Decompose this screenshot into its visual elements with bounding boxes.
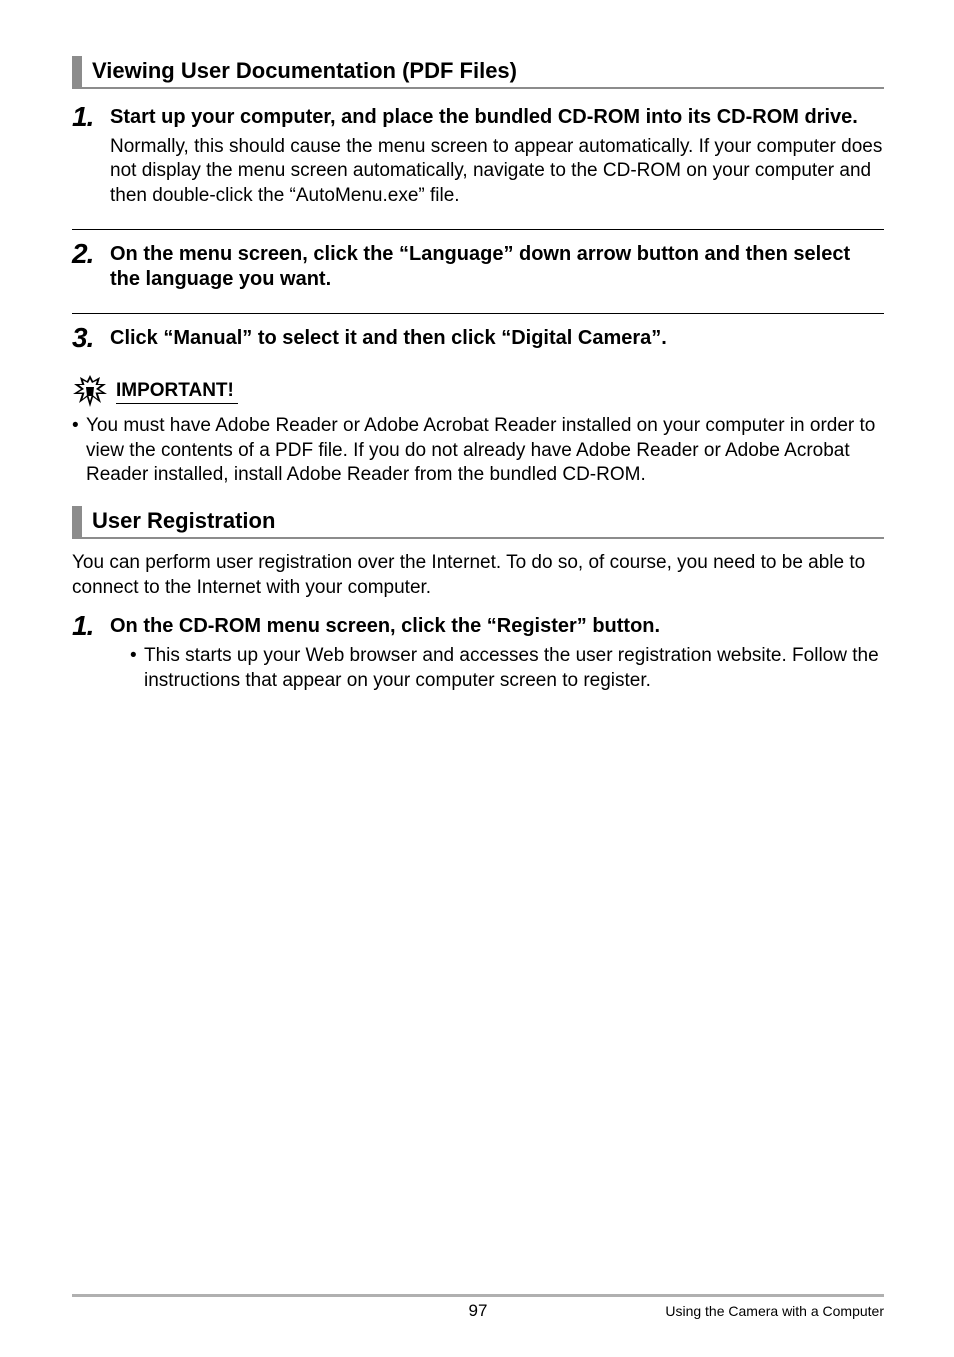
- important-text: You must have Adobe Reader or Adobe Acro…: [86, 414, 884, 488]
- step-body: On the CD-ROM menu screen, click the “Re…: [110, 610, 884, 693]
- sub-bullet-text: This starts up your Web browser and acce…: [144, 644, 884, 693]
- s2-step-1: 1. On the CD-ROM menu screen, click the …: [72, 610, 884, 703]
- footer-section-label: Using the Camera with a Computer: [487, 1303, 884, 1319]
- step-title: Start up your computer, and place the bu…: [110, 105, 884, 131]
- step-title: Click “Manual” to select it and then cli…: [110, 326, 884, 352]
- step-title: On the CD-ROM menu screen, click the “Re…: [110, 614, 884, 640]
- step-number: 1.: [72, 610, 110, 642]
- step-body: On the menu screen, click the “Language”…: [110, 238, 884, 293]
- bullet-dot: •: [72, 414, 86, 488]
- step-2: 2. On the menu screen, click the “Langua…: [72, 229, 884, 303]
- bullet-dot: •: [130, 644, 144, 693]
- step-body: Click “Manual” to select it and then cli…: [110, 322, 884, 352]
- important-heading: IMPORTANT!: [72, 374, 884, 410]
- section-heading-viewing-docs: Viewing User Documentation (PDF Files): [72, 56, 884, 89]
- section-heading-user-registration: User Registration: [72, 506, 884, 539]
- burst-icon: [72, 374, 108, 410]
- step-1: 1. Start up your computer, and place the…: [72, 101, 884, 219]
- step-3: 3. Click “Manual” to select it and then …: [72, 313, 884, 364]
- section-title: Viewing User Documentation (PDF Files): [92, 57, 517, 86]
- step-number: 3.: [72, 322, 110, 354]
- page-footer: 97 Using the Camera with a Computer: [72, 1294, 884, 1321]
- step-number: 2.: [72, 238, 110, 270]
- section-intro: You can perform user registration over t…: [72, 551, 884, 600]
- step-title: On the menu screen, click the “Language”…: [110, 242, 884, 293]
- step-number: 1.: [72, 101, 110, 133]
- page-number: 97: [469, 1301, 488, 1321]
- important-bullet: • You must have Adobe Reader or Adobe Ac…: [72, 414, 884, 488]
- step-desc: Normally, this should cause the menu scr…: [110, 135, 884, 209]
- page: Viewing User Documentation (PDF Files) 1…: [0, 0, 954, 1357]
- section-title: User Registration: [92, 507, 275, 536]
- sub-bullet: • This starts up your Web browser and ac…: [130, 644, 884, 693]
- important-label: IMPORTANT!: [116, 380, 238, 404]
- step-body: Start up your computer, and place the bu…: [110, 101, 884, 209]
